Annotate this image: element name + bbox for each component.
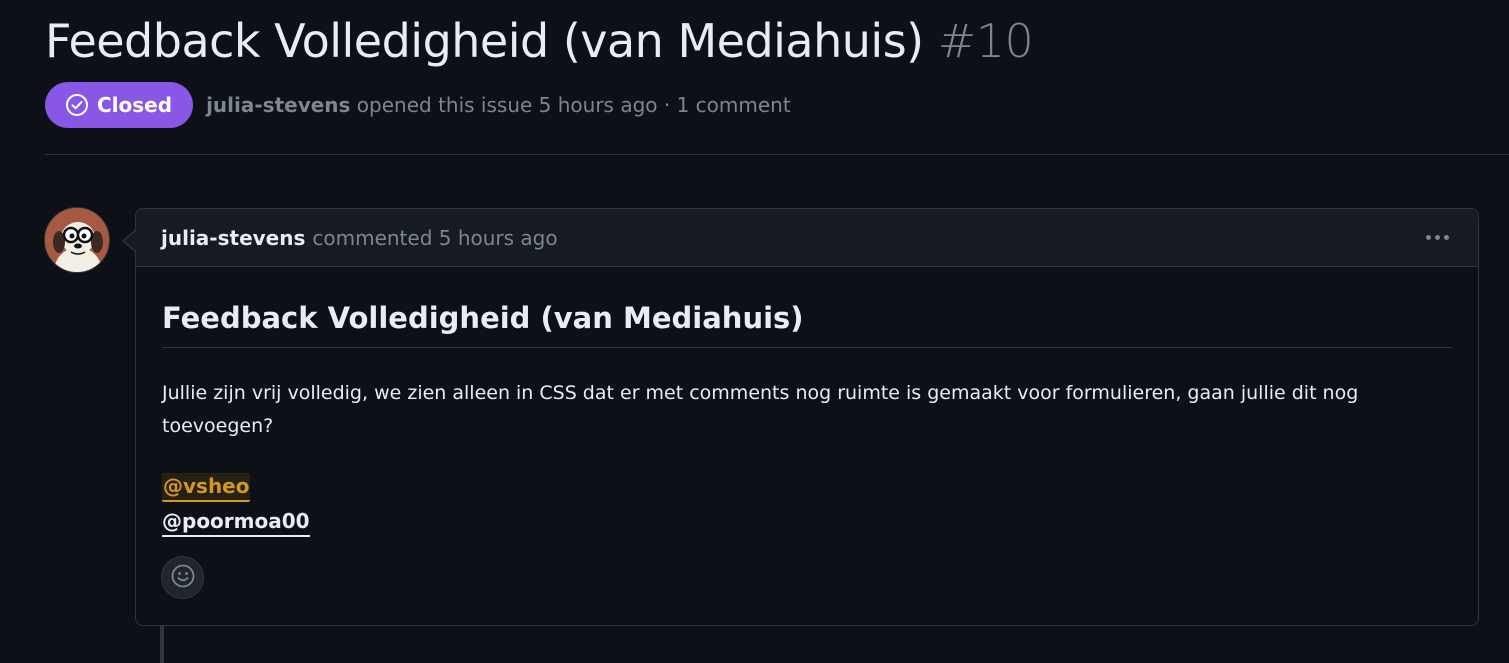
issue-page: Feedback Volledigheid (van Mediahuis) #1… xyxy=(0,0,1509,663)
check-circle-icon xyxy=(65,93,89,117)
smiley-icon xyxy=(170,563,196,593)
header-divider xyxy=(45,154,1509,155)
comment-body-text: Jullie zijn vrij volledig, we zien allee… xyxy=(162,382,1359,437)
issue-number: #10 xyxy=(937,14,1034,68)
kebab-horizontal-icon[interactable] xyxy=(1422,227,1453,248)
comment-box: julia-stevens commented 5 hours ago Feed… xyxy=(135,208,1479,626)
kebab-dot xyxy=(1426,235,1431,240)
comment-body-heading: Feedback Volledigheid (van Mediahuis) xyxy=(162,299,1452,348)
kebab-dot xyxy=(1444,235,1449,240)
add-reaction-button[interactable] xyxy=(161,556,204,599)
issue-meta-text: julia-stevens opened this issue 5 hours … xyxy=(206,93,791,117)
issue-author-link[interactable]: julia-stevens xyxy=(206,93,350,117)
timeline-line xyxy=(160,625,164,663)
comment-author-link[interactable]: julia-stevens xyxy=(161,226,305,250)
kebab-dot xyxy=(1435,235,1440,240)
issue-meta: Closed julia-stevens opened this issue 5… xyxy=(45,82,791,128)
mention-link-poormoa00[interactable]: @poormoa00 xyxy=(162,508,310,537)
issue-opened-text: opened this issue 5 hours ago · 1 commen… xyxy=(350,93,791,117)
issue-title: Feedback Volledigheid (van Mediahuis) #1… xyxy=(45,12,1034,70)
avatar[interactable] xyxy=(44,207,110,273)
comment-body: Feedback Volledigheid (van Mediahuis) Ju… xyxy=(136,299,1478,539)
comment-pointer-fill xyxy=(124,231,136,251)
comment-timestamp[interactable]: commented 5 hours ago xyxy=(312,226,557,250)
state-badge[interactable]: Closed xyxy=(45,82,194,128)
issue-title-text: Feedback Volledigheid (van Mediahuis) xyxy=(45,14,924,68)
comment-header: julia-stevens commented 5 hours ago xyxy=(136,209,1478,267)
mentions: @vsheo @poormoa00 xyxy=(162,469,1452,539)
state-label: Closed xyxy=(97,93,173,117)
mention-link-vsheo[interactable]: @vsheo xyxy=(162,473,251,502)
